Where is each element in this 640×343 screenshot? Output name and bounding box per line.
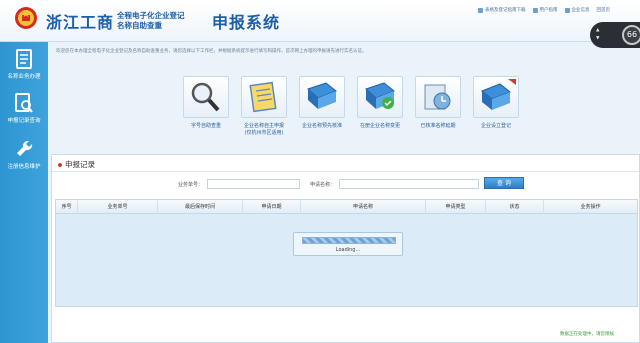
bullet-icon <box>58 162 62 167</box>
top-links: 表格及登记指南下载 用户指南 企业信息 回首页 <box>478 7 610 13</box>
business-no-label: 业务单号： <box>178 182 204 188</box>
records-table: 序号 业务单号 最后保存时间 申请日期 申请名称 申请类型 状态 业务操作 Lo… <box>55 199 638 307</box>
registration-icon <box>481 79 516 110</box>
col-apply-date: 申请日期 <box>243 200 301 214</box>
col-last-saved: 最后保存时间 <box>158 200 243 214</box>
tile-name-check[interactable]: 字号自助查重 <box>178 76 234 130</box>
tile-self-declare[interactable]: 企业名称自主申报 (仅杭州市区适用) <box>236 76 292 137</box>
records-panel: 申报记录 业务单号： 申请名称： 查 询 序号 业务单号 最后保存时间 申请日期… <box>51 154 640 343</box>
book-change-icon <box>365 82 395 109</box>
document-list-icon <box>16 49 32 69</box>
welcome-notice: 欢迎您在本办理全程电子化企业登记及名称自助查重业务，请您选择以下工作栏，并根据系… <box>56 49 367 54</box>
apply-name-input[interactable] <box>339 179 479 189</box>
book-icon <box>307 82 337 109</box>
upload-arrow-icon: ▲ <box>596 28 600 33</box>
tile-name-change[interactable]: 在册企业名称变更 <box>352 76 408 130</box>
loading-text: Loading... <box>335 247 361 253</box>
app-header: 浙江工商 全程电子化企业登记 名称自助查重 申报系统 表格及登记指南下载 用户指… <box>0 0 640 42</box>
sidebar-item-registration-maintenance[interactable]: 注册信息维护 <box>0 138 48 170</box>
link-home[interactable]: 回首页 <box>597 7 611 13</box>
tile-company-registration[interactable]: 企业设立登记 <box>468 76 524 130</box>
col-actions: 业务操作 <box>580 204 601 210</box>
loading-indicator: Loading... <box>293 232 403 256</box>
main-content: 欢迎您在本办理全程电子化企业登记及名称自助查重业务，请您选择以下工作栏，并根据系… <box>48 42 640 343</box>
divider <box>52 171 639 172</box>
app-system-title: 申报系统 <box>212 13 281 32</box>
apply-name-label: 申请名称： <box>310 182 336 188</box>
download-icon <box>478 7 483 13</box>
extension-icon <box>424 84 451 110</box>
tile-name-extension[interactable]: 已核准名称延期 <box>410 76 466 130</box>
business-no-input[interactable] <box>207 179 300 189</box>
wrench-icon <box>17 140 33 156</box>
notebook-icon <box>249 81 277 113</box>
table-body: Loading... <box>56 214 637 306</box>
sidebar-item-record-query[interactable]: 申报记录查询 <box>0 92 48 124</box>
link-user-guide[interactable]: 用户指南 <box>532 7 558 13</box>
magnifier-icon <box>191 82 220 112</box>
info-icon <box>564 7 570 13</box>
national-emblem-icon <box>15 7 37 29</box>
sidebar-item-name-business[interactable]: 名称业务办理 <box>0 48 48 80</box>
table-header: 序号 业务单号 最后保存时间 申请日期 申请名称 申请类型 状态 业务操作 <box>56 200 637 214</box>
records-title: 申报记录 <box>58 159 95 170</box>
sidebar: 名称业务办理 申报记录查询 注册信息维护 <box>0 42 48 343</box>
col-business-no: 业务单号 <box>78 200 158 214</box>
link-download-forms[interactable]: 表格及登记指南下载 <box>478 7 526 13</box>
app-subtitle-line2: 名称自助查重 <box>117 21 162 30</box>
record-search-icon <box>15 93 33 113</box>
query-button[interactable]: 查 询 <box>484 177 524 189</box>
download-arrow-icon: ▼ <box>596 36 600 41</box>
processing-status: 数据正在处理中，请您稍候 <box>560 332 614 337</box>
col-index: 序号 <box>56 200 78 214</box>
app-title: 浙江工商 <box>46 13 115 32</box>
tile-pre-approval[interactable]: 企业名称预先核准 <box>294 76 350 130</box>
link-company-info[interactable]: 企业信息 <box>564 7 590 13</box>
user-guide-icon <box>532 7 538 13</box>
col-status: 状态 <box>486 200 544 214</box>
loading-progress-bar <box>302 237 396 244</box>
col-apply-type: 申请类型 <box>426 200 486 214</box>
col-apply-name: 申请名称 <box>301 200 426 214</box>
